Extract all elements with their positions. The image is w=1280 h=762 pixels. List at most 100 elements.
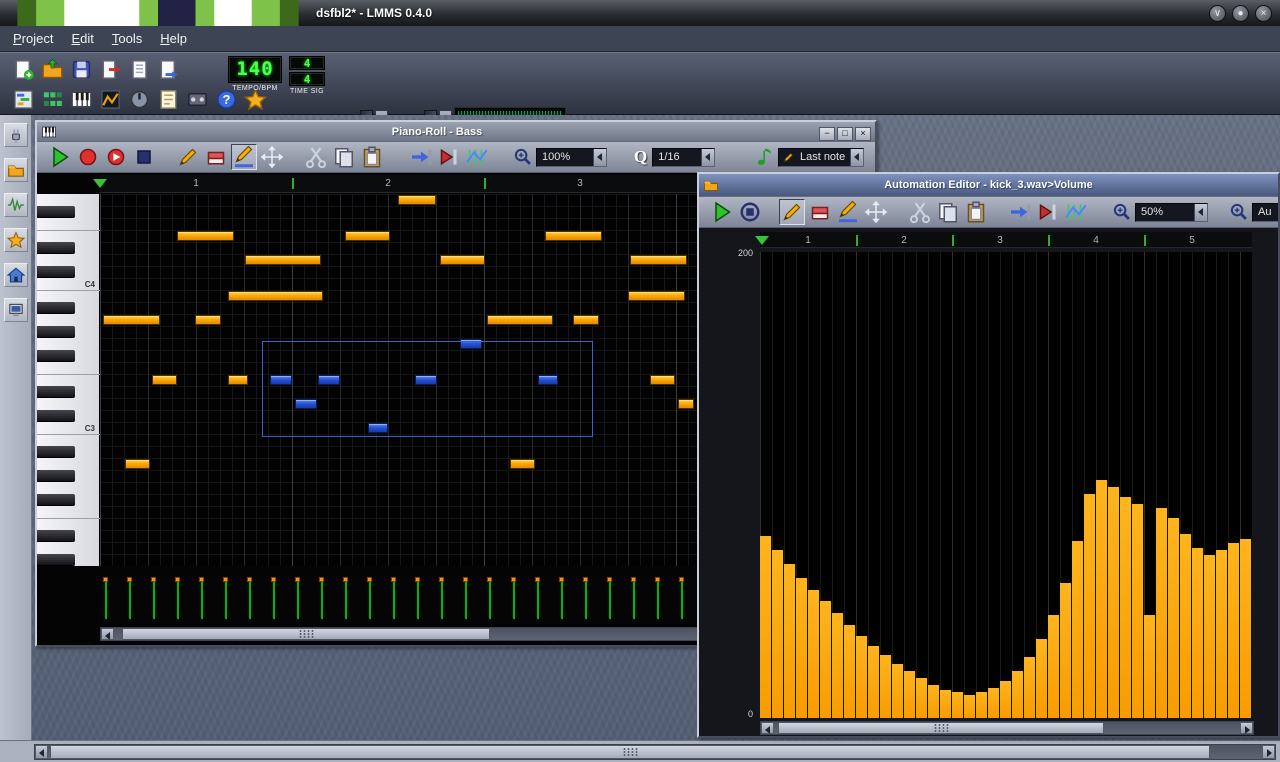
sidebar-projects-button[interactable]: [4, 158, 28, 182]
playhead-marker[interactable]: [93, 179, 107, 188]
note-length-arrow-icon[interactable]: [850, 149, 863, 166]
time-sig-denominator-lcd[interactable]: 4: [289, 72, 325, 86]
note[interactable]: [650, 375, 675, 385]
velocity-line[interactable]: [583, 577, 588, 619]
piano-keys[interactable]: C4C3: [37, 194, 100, 566]
velocity-line[interactable]: [559, 577, 564, 619]
piano-key-black[interactable]: [37, 446, 75, 458]
velocity-line[interactable]: [103, 577, 108, 619]
time-sig-numerator-lcd[interactable]: 4: [289, 56, 325, 70]
play-button[interactable]: [47, 144, 73, 170]
piano-key-black[interactable]: [37, 494, 75, 506]
import-file-button[interactable]: [126, 56, 153, 83]
main-scroll-right-icon[interactable]: [1262, 745, 1275, 759]
ae-scroll-right-icon[interactable]: [1240, 722, 1253, 734]
ae-erase-mode-button[interactable]: [807, 199, 833, 225]
pr-maximize-button[interactable]: □: [837, 127, 853, 141]
velocity-line[interactable]: [151, 577, 156, 619]
velocity-line[interactable]: [247, 577, 252, 619]
note[interactable]: [510, 459, 535, 469]
piano-roll-titlebar[interactable]: Piano-Roll - Bass −□×: [37, 122, 875, 141]
piano-key-black[interactable]: [37, 266, 75, 278]
velocity-line[interactable]: [463, 577, 468, 619]
ae-scroll-handle[interactable]: [778, 722, 1104, 734]
note-length-select[interactable]: Last note: [778, 148, 864, 167]
open-project-button[interactable]: [39, 56, 66, 83]
pr-close-button[interactable]: ×: [855, 127, 871, 141]
velocity-line[interactable]: [631, 577, 636, 619]
zoom-select[interactable]: 100%: [536, 148, 607, 167]
ae-move-mode-button[interactable]: [863, 199, 889, 225]
velocity-line[interactable]: [607, 577, 612, 619]
note[interactable]: [628, 291, 685, 301]
tempo-lcd[interactable]: 140: [228, 56, 282, 83]
ae-flip-mode-button[interactable]: [835, 199, 861, 225]
note[interactable]: [152, 375, 177, 385]
sidebar-computer-button[interactable]: [4, 298, 28, 322]
automation-editor-button[interactable]: [97, 86, 124, 113]
note[interactable]: [345, 231, 390, 241]
maximize-button[interactable]: ●: [1232, 5, 1249, 22]
zoom-select-arrow-icon[interactable]: [593, 149, 606, 166]
velocity-line[interactable]: [415, 577, 420, 619]
automation-timeline[interactable]: 12345: [760, 232, 1252, 248]
menu-item-project[interactable]: Project: [4, 26, 62, 51]
project-notes-button[interactable]: [155, 86, 182, 113]
piano-key-black[interactable]: [37, 410, 75, 422]
automation-editor-window[interactable]: Automation Editor - kick_3.wav>Volume: [697, 172, 1280, 738]
main-scroll-left-icon[interactable]: [35, 745, 48, 759]
menu-item-tools[interactable]: Tools: [103, 26, 151, 51]
velocity-line[interactable]: [271, 577, 276, 619]
sidebar-home-button[interactable]: [4, 263, 28, 287]
ae-stop-button[interactable]: [737, 199, 763, 225]
velocity-line[interactable]: [511, 577, 516, 619]
sidebar-presets-button[interactable]: [4, 228, 28, 252]
record-accompany-button[interactable]: [103, 144, 129, 170]
note[interactable]: [228, 291, 323, 301]
main-scroll-handle[interactable]: [50, 745, 1210, 759]
velocity-line[interactable]: [487, 577, 492, 619]
piano-key-black[interactable]: [37, 350, 75, 362]
copy-button[interactable]: [331, 144, 357, 170]
piano-key-black[interactable]: [37, 530, 75, 542]
note[interactable]: [573, 315, 599, 325]
erase-mode-button[interactable]: [203, 144, 229, 170]
fx-mixer-button[interactable]: [126, 86, 153, 113]
song-editor-button[interactable]: [10, 86, 37, 113]
piano-key-black[interactable]: [37, 326, 75, 338]
velocity-line[interactable]: [223, 577, 228, 619]
note[interactable]: [545, 231, 602, 241]
velocity-line[interactable]: [199, 577, 204, 619]
piano-key-black[interactable]: [37, 302, 75, 314]
note[interactable]: [398, 195, 436, 205]
cut-button[interactable]: [303, 144, 329, 170]
piano-key-black[interactable]: [37, 206, 75, 218]
scroll-handle[interactable]: [122, 628, 490, 640]
automation-hscrollbar[interactable]: [760, 721, 1254, 735]
ae-end-marker-button[interactable]: [1035, 199, 1061, 225]
menu-item-help[interactable]: Help: [151, 26, 196, 51]
piano-roll-button[interactable]: [68, 86, 95, 113]
ae-zoom-fit-button[interactable]: [1063, 199, 1089, 225]
piano-key-black[interactable]: [37, 554, 75, 566]
velocity-line[interactable]: [367, 577, 372, 619]
velocity-line[interactable]: [175, 577, 180, 619]
record-button[interactable]: [75, 144, 101, 170]
draw-mode-button[interactable]: [175, 144, 201, 170]
piano-key-black[interactable]: [37, 470, 75, 482]
export-midi-button[interactable]: [155, 56, 182, 83]
ae-play-button[interactable]: [709, 199, 735, 225]
pr-minimize-button[interactable]: −: [819, 127, 835, 141]
zoom-fit-button[interactable]: [464, 144, 490, 170]
ae-paste-button[interactable]: [963, 199, 989, 225]
note[interactable]: [177, 231, 234, 241]
note[interactable]: [125, 459, 150, 469]
bb-editor-button[interactable]: [39, 86, 66, 113]
sidebar-instruments-button[interactable]: [4, 123, 28, 147]
velocity-line[interactable]: [535, 577, 540, 619]
scroll-left-icon[interactable]: [101, 628, 114, 640]
tempo-display[interactable]: 140 TEMPO/BPM: [228, 56, 282, 92]
ae-cut-button[interactable]: [907, 199, 933, 225]
save-project-button[interactable]: [68, 56, 95, 83]
menu-item-edit[interactable]: Edit: [62, 26, 102, 51]
